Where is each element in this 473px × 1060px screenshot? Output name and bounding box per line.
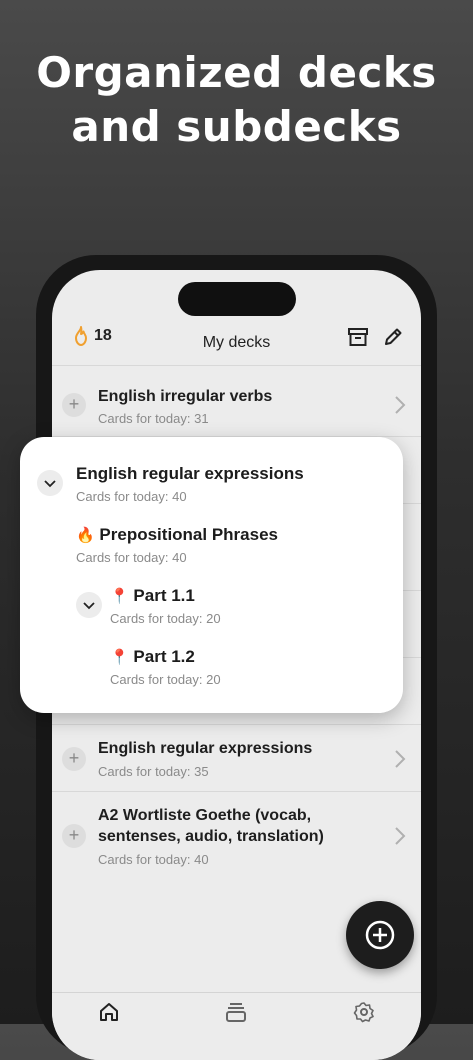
chevron-right-icon: [395, 827, 406, 845]
tree-deck-part[interactable]: 📍 Part 1.1 Cards for today: 20: [110, 585, 221, 626]
deck-cards-today: Cards for today: 31: [98, 411, 209, 426]
home-icon[interactable]: [98, 1001, 120, 1023]
chevron-right-icon: [395, 396, 406, 414]
tree-deck-title: 📍 Part 1.1: [110, 585, 221, 607]
add-deck-button[interactable]: [346, 901, 414, 969]
tree-deck-title: 🔥 Prepositional Phrases: [76, 524, 278, 546]
add-subdeck-button[interactable]: +: [62, 747, 86, 771]
add-subdeck-button[interactable]: +: [62, 824, 86, 848]
deck-row[interactable]: + English regular expressions Cards for …: [52, 724, 421, 791]
plus-circle-icon: [365, 920, 395, 950]
tree-deck-name: Part 1.1: [133, 586, 195, 605]
deck-cards-today: Cards for today: 40: [98, 852, 209, 867]
headline-line-1: Organized decks: [36, 48, 437, 97]
chevron-right-icon: [395, 750, 406, 768]
archive-icon[interactable]: [347, 326, 369, 348]
collapse-toggle[interactable]: [76, 592, 102, 618]
tree-deck-cards-today: Cards for today: 40: [76, 550, 187, 565]
chevron-down-icon: [83, 602, 95, 610]
headline: Organized decks and subdecks: [0, 46, 473, 154]
pencil-icon[interactable]: [382, 326, 404, 348]
tree-deck-title: 📍 Part 1.2: [110, 646, 221, 668]
tree-deck-child[interactable]: 🔥 Prepositional Phrases Cards for today:…: [76, 524, 278, 565]
app-bar: 18 My decks: [52, 320, 421, 362]
dynamic-island: [178, 282, 296, 316]
chevron-down-icon: [44, 480, 56, 488]
tree-deck-name: Part 1.2: [133, 647, 195, 666]
pin-icon: 📍: [110, 587, 129, 605]
fire-icon: 🔥: [76, 526, 95, 544]
pin-icon: 📍: [110, 648, 129, 666]
tree-deck-cards-today: Cards for today: 20: [110, 672, 221, 687]
headline-line-2: and subdecks: [71, 102, 402, 151]
add-subdeck-button[interactable]: +: [62, 393, 86, 417]
gear-icon[interactable]: [353, 1001, 375, 1023]
tree-deck-name: English regular expressions: [76, 464, 304, 483]
subdeck-tree-card: English regular expressions Cards for to…: [20, 437, 403, 713]
deck-name: English irregular verbs: [98, 388, 273, 405]
tree-deck-cards-today: Cards for today: 20: [110, 611, 221, 626]
deck-row[interactable]: + A2 Wortliste Goethe (vocab, sentenses,…: [52, 791, 421, 880]
cards-stack-icon[interactable]: [225, 1001, 247, 1023]
tree-deck-part[interactable]: 📍 Part 1.2 Cards for today: 20: [110, 646, 221, 687]
tab-bar: [52, 992, 421, 1060]
deck-name: A2 Wortliste Goethe (vocab, sentenses, a…: [98, 807, 324, 845]
tree-deck-cards-today: Cards for today: 40: [76, 489, 187, 504]
deck-cards-today: Cards for today: 35: [98, 764, 209, 779]
tree-deck-name: Prepositional Phrases: [99, 525, 278, 544]
collapse-toggle[interactable]: [37, 470, 63, 496]
deck-row[interactable]: + English irregular verbs Cards for toda…: [52, 365, 421, 436]
tree-deck-root[interactable]: English regular expressions Cards for to…: [76, 463, 304, 504]
deck-name: English regular expressions: [98, 740, 313, 757]
